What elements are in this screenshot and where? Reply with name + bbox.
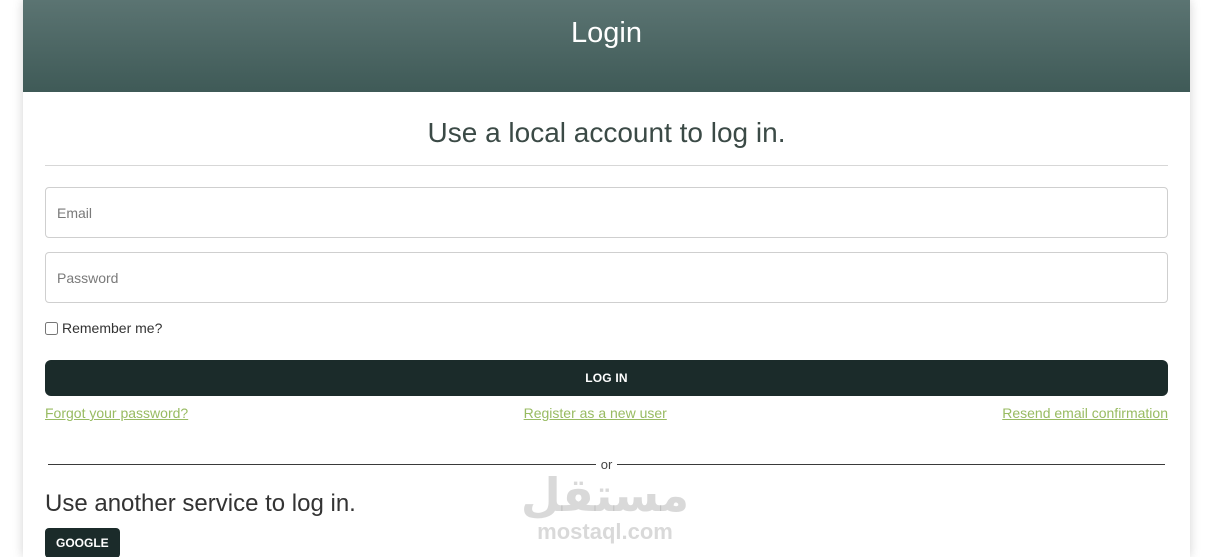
login-card: Login Use a local account to log in. Rem… — [23, 0, 1190, 557]
page-title: Login — [571, 16, 642, 49]
local-login-title: Use a local account to log in. — [427, 117, 786, 148]
remember-me-label: Remember me? — [62, 320, 163, 336]
separator-label: or — [600, 457, 613, 472]
remember-me-checkbox[interactable] — [45, 321, 58, 335]
register-link[interactable]: Register as a new user — [524, 405, 667, 421]
separator-line-left — [48, 464, 596, 465]
resend-confirmation-link[interactable]: Resend email confirmation — [1002, 405, 1168, 421]
card-header: Login — [23, 0, 1190, 92]
remember-me-row[interactable]: Remember me? — [45, 320, 1168, 336]
or-separator: or — [48, 457, 1165, 472]
password-input[interactable] — [45, 252, 1168, 303]
google-login-button[interactable]: GOOGLE — [45, 528, 120, 557]
separator-line-right — [617, 464, 1165, 465]
forgot-password-link[interactable]: Forgot your password? — [45, 405, 188, 421]
account-links: Forgot your password? Register as a new … — [45, 405, 1168, 421]
external-login-title: Use another service to log in. — [45, 490, 356, 517]
section-divider — [45, 165, 1168, 166]
login-button[interactable]: LOG IN — [45, 360, 1168, 396]
email-input[interactable] — [45, 187, 1168, 238]
